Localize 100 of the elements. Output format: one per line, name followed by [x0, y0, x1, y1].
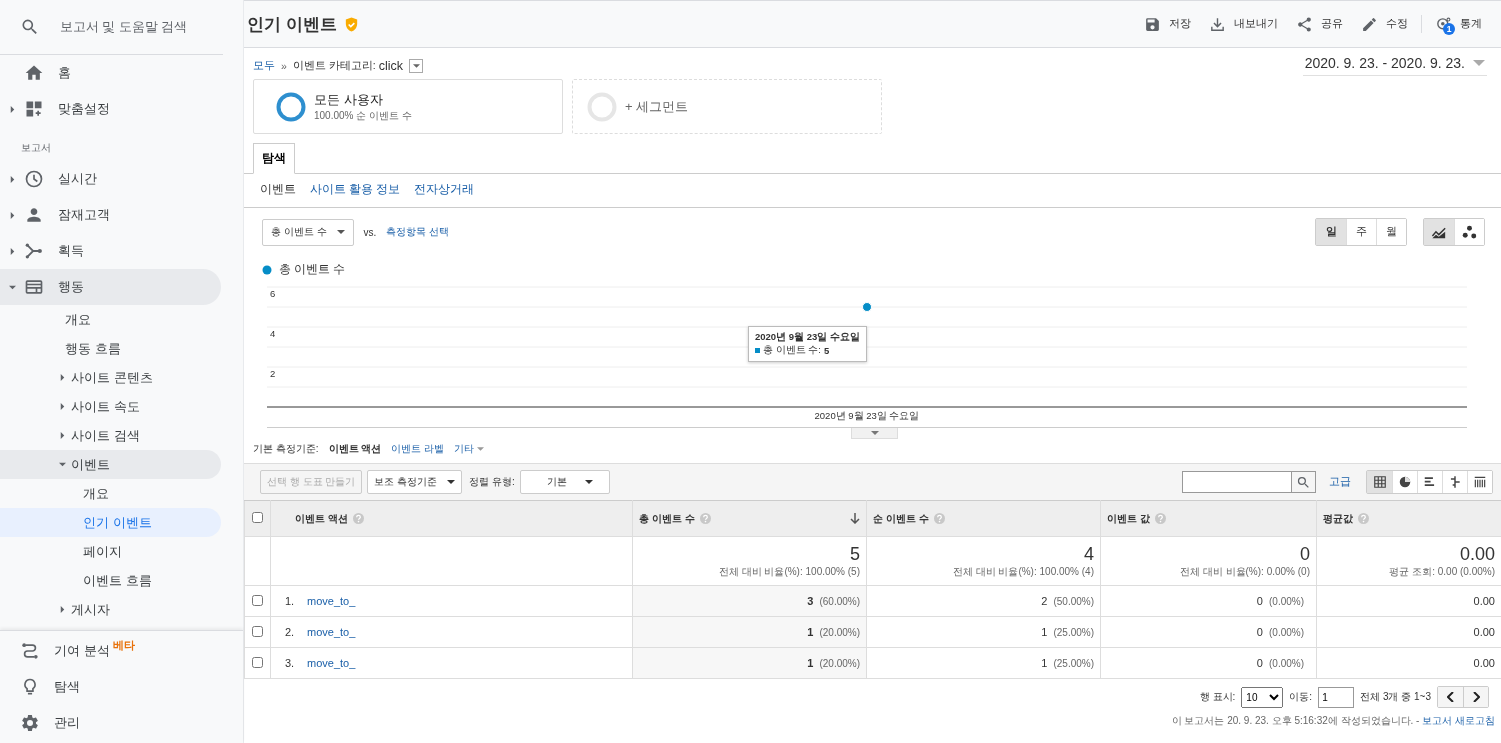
- rows-per-page-select[interactable]: 10: [1241, 686, 1284, 708]
- view-button[interactable]: [1417, 471, 1442, 493]
- table-cell: 1 (25.00%): [866, 647, 1101, 679]
- nav-item[interactable]: 획득: [0, 233, 221, 269]
- toolbar-button[interactable]: 공유: [1287, 9, 1352, 39]
- subtab[interactable]: 사이트 활용 정보: [310, 182, 401, 197]
- add-segment-card[interactable]: + 세그먼트: [572, 79, 882, 134]
- secondary-dimension-dropdown[interactable]: 보조 측정기준: [367, 470, 463, 494]
- metric-dropdown[interactable]: 총 이벤트 수: [262, 218, 354, 246]
- dimension-link[interactable]: 기타: [454, 442, 485, 456]
- caret-icon: [870, 431, 879, 435]
- share-icon: [1296, 15, 1313, 33]
- dimension-label: 기본 측정기준:: [253, 442, 319, 456]
- nav-item[interactable]: 인기 이벤트: [0, 508, 221, 537]
- nav-item[interactable]: 개요: [0, 479, 221, 508]
- segment-ring-icon: [276, 91, 306, 122]
- toolbar-button[interactable]: 수정: [1352, 9, 1417, 39]
- nav-item[interactable]: 홈: [0, 55, 221, 91]
- refresh-report-link[interactable]: 보고서 새로고침: [1422, 715, 1495, 726]
- nav-item[interactable]: 관리: [0, 705, 221, 741]
- y-axis-label: 2: [270, 368, 276, 379]
- page-title: 인기 이벤트: [247, 13, 337, 36]
- nav-item[interactable]: 탐색: [0, 669, 221, 705]
- dashboard-icon: [24, 99, 44, 119]
- nav-item[interactable]: 맞춤설정: [0, 91, 221, 127]
- chart-type-button[interactable]: [1454, 219, 1484, 245]
- toolbar-button[interactable]: 내보내기: [1200, 9, 1287, 39]
- next-page-button[interactable]: [1463, 687, 1488, 707]
- nav-item[interactable]: 페이지: [0, 537, 221, 566]
- search-field[interactable]: 보고서 및 도움말 검색: [57, 19, 223, 35]
- segment-card[interactable]: 모든 사용자 100.00% 순 이벤트 수: [253, 79, 563, 134]
- collapse-chart-button[interactable]: [851, 428, 898, 439]
- breadcrumb-link[interactable]: 모두: [253, 58, 275, 73]
- table-cell: 0 (0.00%): [1100, 647, 1317, 679]
- save-icon: [1144, 15, 1161, 33]
- nav-item[interactable]: 행동: [0, 269, 221, 305]
- dimension-link[interactable]: 이벤트 라벨: [391, 442, 445, 456]
- subtab[interactable]: 이벤트: [260, 182, 296, 197]
- column-header[interactable]: 평균값: [1316, 500, 1501, 537]
- total-cell: 0 전체 대비 비율(%): 0.00% (0): [1100, 536, 1317, 586]
- clock-icon: [24, 169, 44, 189]
- column-header[interactable]: 이벤트 액션: [270, 500, 633, 537]
- settings-icon: [20, 713, 40, 733]
- checkbox[interactable]: [252, 512, 263, 523]
- chart-type-button[interactable]: [1424, 219, 1454, 245]
- checkbox[interactable]: [252, 594, 263, 606]
- period-button[interactable]: 일: [1316, 219, 1346, 245]
- branch-icon: [24, 241, 44, 261]
- nav-item[interactable]: 잠재고객: [0, 197, 221, 233]
- event-action-link[interactable]: move_to_: [307, 657, 356, 669]
- table-cell: 2 (50.00%): [866, 585, 1101, 617]
- caret-icon: [412, 63, 420, 68]
- column-header[interactable]: 총 이벤트 수: [632, 500, 867, 537]
- view-button[interactable]: [1442, 471, 1467, 493]
- legend-label: 총 이벤트 수: [279, 262, 346, 277]
- toolbar-button[interactable]: 저장: [1135, 9, 1200, 39]
- date-range-picker[interactable]: 2020. 9. 23. - 2020. 9. 23.: [1302, 55, 1487, 76]
- advanced-link[interactable]: 고급: [1329, 475, 1351, 489]
- subtab[interactable]: 전자상거래: [414, 182, 475, 197]
- beta-label: 베타: [112, 638, 135, 653]
- period-button[interactable]: 월: [1376, 219, 1406, 245]
- comparison-icon: [1448, 475, 1462, 489]
- dropdown-button[interactable]: [409, 58, 423, 73]
- view-button[interactable]: [1367, 471, 1392, 493]
- nav-item[interactable]: 게시자: [0, 595, 221, 624]
- caret-icon: [1473, 60, 1485, 66]
- toolbar-button[interactable]: 1 통계: [1426, 9, 1491, 39]
- nav-item[interactable]: 기여 분석 베타: [0, 633, 221, 669]
- checkbox[interactable]: [252, 656, 263, 668]
- view-button[interactable]: [1392, 471, 1417, 493]
- nav-item[interactable]: 행동 흐름: [0, 334, 221, 363]
- column-header[interactable]: 순 이벤트 수: [866, 500, 1101, 537]
- dimension-link[interactable]: 이벤트 액션: [328, 442, 382, 456]
- prev-page-button[interactable]: [1438, 687, 1463, 707]
- nav-item[interactable]: 사이트 속도: [0, 392, 221, 421]
- tab[interactable]: 탐색: [253, 143, 295, 174]
- nav-item[interactable]: 개요: [0, 305, 221, 334]
- help-icon: [933, 513, 945, 524]
- segment-ring-icon: [587, 91, 617, 122]
- nav-item[interactable]: 사이트 콘텐츠: [0, 363, 221, 392]
- sort-type-dropdown[interactable]: 기본: [519, 470, 610, 494]
- event-action-link[interactable]: move_to_: [307, 626, 356, 638]
- nav-item[interactable]: 실시간: [0, 161, 221, 197]
- nav-item[interactable]: 이벤트 흐름: [0, 566, 221, 595]
- checkbox[interactable]: [252, 625, 263, 637]
- data-point: [862, 302, 872, 312]
- view-button[interactable]: [1467, 471, 1492, 493]
- search-icon: [1296, 474, 1311, 490]
- select-metric-link[interactable]: 측정항목 선택: [386, 225, 450, 239]
- column-header[interactable]: 이벤트 값: [1100, 500, 1317, 537]
- page-range: 전체 3개 중 1~3: [1360, 690, 1431, 704]
- table-search-field[interactable]: [1182, 471, 1316, 493]
- event-action-link[interactable]: move_to_: [307, 595, 356, 607]
- goto-label: 이동:: [1289, 690, 1313, 704]
- nav-item[interactable]: 이벤트: [0, 450, 221, 479]
- page-input[interactable]: 1: [1318, 686, 1355, 708]
- table-view-icon: [1372, 475, 1387, 489]
- legend-dot-icon: [262, 264, 272, 275]
- chevron-left-icon: [1446, 692, 1455, 702]
- nav-item[interactable]: 사이트 검색: [0, 421, 221, 450]
